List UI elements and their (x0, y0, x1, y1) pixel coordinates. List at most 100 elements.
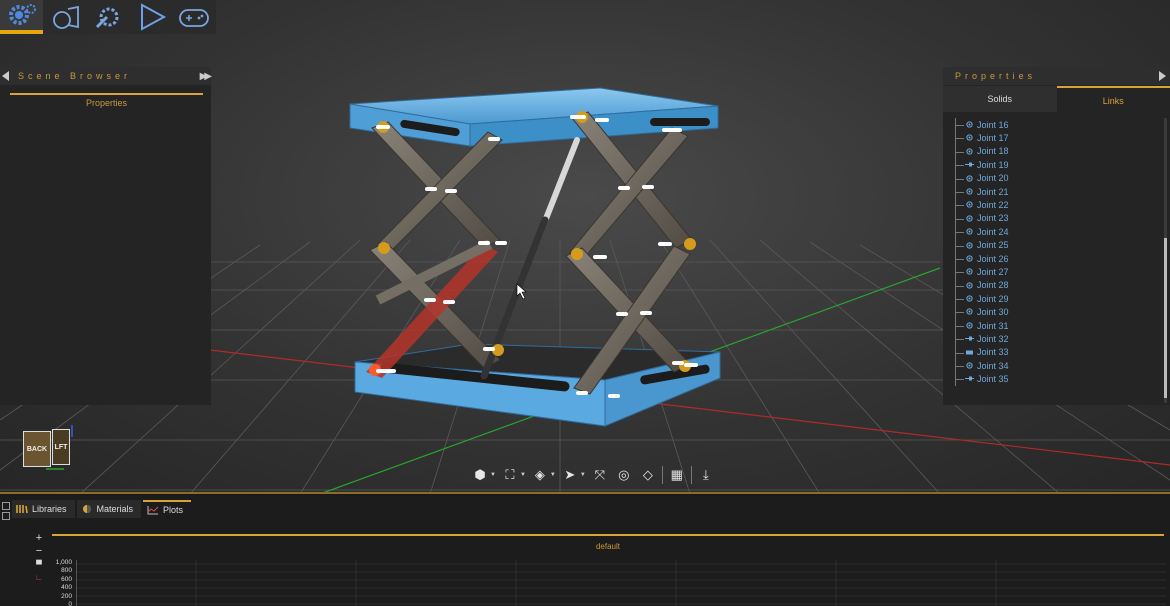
expand-icon[interactable]: ▶▶ (200, 71, 213, 82)
plot-settings-icon[interactable]: ▀ (32, 558, 46, 571)
tab-plots[interactable]: Plots (143, 500, 192, 518)
joint-tree-item[interactable]: Joint 17 (955, 131, 1155, 146)
joint-label: Joint 31 (977, 320, 1009, 331)
y-tick: 600 (61, 575, 72, 583)
view-cube-icon[interactable]: ⬢ (470, 465, 490, 485)
joint-label: Joint 30 (977, 307, 1009, 318)
view-cube-left-label: LFT (54, 443, 68, 451)
tab-links[interactable]: Links (1056, 86, 1170, 112)
chevron-down-icon[interactable]: ▼ (580, 472, 586, 478)
plot-title: default (595, 542, 621, 551)
view-cube-left-face[interactable]: LFT (52, 429, 70, 465)
joint-tree-item[interactable]: Joint 24 (955, 225, 1155, 239)
solid-mirror-button[interactable] (43, 0, 86, 34)
joint-label: Joint 27 (977, 266, 1009, 277)
joint-tree-item[interactable]: Joint 31 (955, 318, 1155, 333)
tools-button[interactable] (86, 0, 129, 34)
joint-tree-item[interactable]: Joint 18 (955, 144, 1155, 159)
revolute-joint-icon (966, 282, 973, 289)
layers-icon[interactable]: ◇ (638, 465, 658, 485)
tree-connector (956, 325, 964, 327)
float-panel-icon[interactable] (2, 512, 10, 520)
joint-tree: Joint 16 Joint 17 Joint 18 Joint 19 Joint 20… (955, 118, 1155, 387)
joint-label: Joint 23 (977, 213, 1009, 224)
tree-connector (956, 272, 964, 274)
prismatic-joint-icon (965, 162, 974, 167)
gamepad-icon (179, 9, 210, 27)
view-cube-back-label: BACK (26, 445, 48, 453)
collapse-left-icon[interactable] (2, 71, 9, 81)
tree-connector (956, 379, 964, 381)
books-icon (16, 505, 28, 514)
properties-scrollbar[interactable] (1164, 118, 1167, 403)
tab-materials[interactable]: Materials (76, 500, 142, 518)
joint-label: Joint 21 (977, 186, 1009, 197)
joint-label: Joint 20 (977, 173, 1009, 184)
zoom-in-button[interactable]: + (32, 532, 46, 545)
select-cursor-icon[interactable]: ➤ (560, 465, 580, 485)
tree-connector (956, 366, 964, 368)
joint-tree-item[interactable]: Joint 20 (955, 171, 1155, 186)
joint-tree-item[interactable]: Joint 22 (955, 198, 1155, 213)
tab-solids[interactable]: Solids (943, 86, 1057, 112)
revolute-joint-icon (966, 241, 973, 249)
tree-connector (956, 352, 964, 354)
collapse-right-icon[interactable] (1159, 71, 1166, 81)
export-icon[interactable]: ⤓ (696, 465, 716, 485)
joint-label: Joint 16 (977, 119, 1009, 130)
joint-tree-item[interactable]: Joint 21 (955, 184, 1155, 199)
wrench-gear-icon (95, 7, 119, 29)
plot-axis-icon[interactable]: ∟ (32, 571, 46, 584)
joint-tree-item[interactable]: Joint 19 (955, 158, 1155, 172)
viewport-toolbar: ⬢ ▼ ⛶ ▼ ◈ ▼ ➤ ▼ ⤧ ◎ ◇ ▦ ⤓ (470, 462, 716, 488)
tree-connector (956, 232, 964, 234)
revolute-joint-icon (966, 308, 973, 316)
gamepad-button[interactable] (173, 0, 216, 34)
properties-header: Properties (943, 67, 1170, 85)
chevron-down-icon[interactable]: ▼ (550, 472, 556, 478)
material-sphere-icon (82, 505, 91, 513)
play-icon (141, 3, 167, 31)
view-cube[interactable]: BACK LFT (20, 425, 74, 471)
joint-tree-item[interactable]: Joint 26 (955, 251, 1155, 266)
zoom-out-button[interactable]: − (32, 545, 46, 558)
chevron-down-icon[interactable]: ▼ (520, 472, 526, 478)
scrollbar-thumb[interactable] (1164, 238, 1167, 398)
joint-tree-item[interactable]: Joint 29 (955, 292, 1155, 306)
joint-tree-item[interactable]: Joint 16 (955, 118, 1155, 132)
tab-libraries[interactable]: Libraries (12, 500, 75, 518)
plot-area[interactable] (76, 560, 1166, 606)
revolute-joint-icon (966, 295, 973, 302)
frame-icon[interactable]: ⛶ (500, 465, 520, 485)
fixed-joint-icon (966, 350, 973, 355)
run-simulation-button[interactable] (130, 0, 173, 34)
joint-label: Joint 24 (977, 226, 1009, 237)
settings-button[interactable] (0, 0, 44, 34)
joint-tree-item[interactable]: Joint 23 (955, 211, 1155, 226)
joint-tree-item[interactable]: Joint 27 (955, 265, 1155, 280)
close-panel-icon[interactable] (2, 502, 10, 510)
joint-tree-item[interactable]: Joint 30 (955, 305, 1155, 320)
joint-label: Joint 28 (977, 280, 1009, 291)
chevron-down-icon[interactable]: ▼ (490, 472, 496, 478)
joint-tree-item[interactable]: Joint 28 (955, 278, 1155, 293)
revolute-joint-icon (966, 228, 973, 235)
joint-tree-item[interactable]: Joint 33 (955, 345, 1155, 360)
revolute-joint-icon (966, 188, 973, 195)
scene-browser-properties-tab[interactable]: Properties (10, 93, 203, 111)
move-icon[interactable]: ⤧ (590, 465, 610, 485)
joint-tree-item[interactable]: Joint 25 (955, 238, 1155, 253)
prismatic-joint-icon (965, 336, 974, 341)
joint-tree-item[interactable]: Joint 35 (955, 372, 1155, 387)
view-cube-back-face[interactable]: BACK (23, 431, 51, 467)
grid-icon[interactable]: ▦ (667, 465, 687, 485)
joint-tree-item[interactable]: Joint 32 (955, 332, 1155, 347)
measure-icon[interactable]: ◎ (614, 465, 634, 485)
tree-connector (956, 299, 964, 301)
scene-browser-header: Scene Browser ▶▶ (0, 67, 213, 85)
plot-header-rule (52, 534, 1164, 536)
tree-connector (956, 151, 964, 153)
shaded-cube-icon[interactable]: ◈ (530, 465, 550, 485)
joint-tree-item[interactable]: Joint 34 (955, 359, 1155, 373)
plot-y-axis: 1,000 800 600 400 200 0 (48, 559, 72, 606)
